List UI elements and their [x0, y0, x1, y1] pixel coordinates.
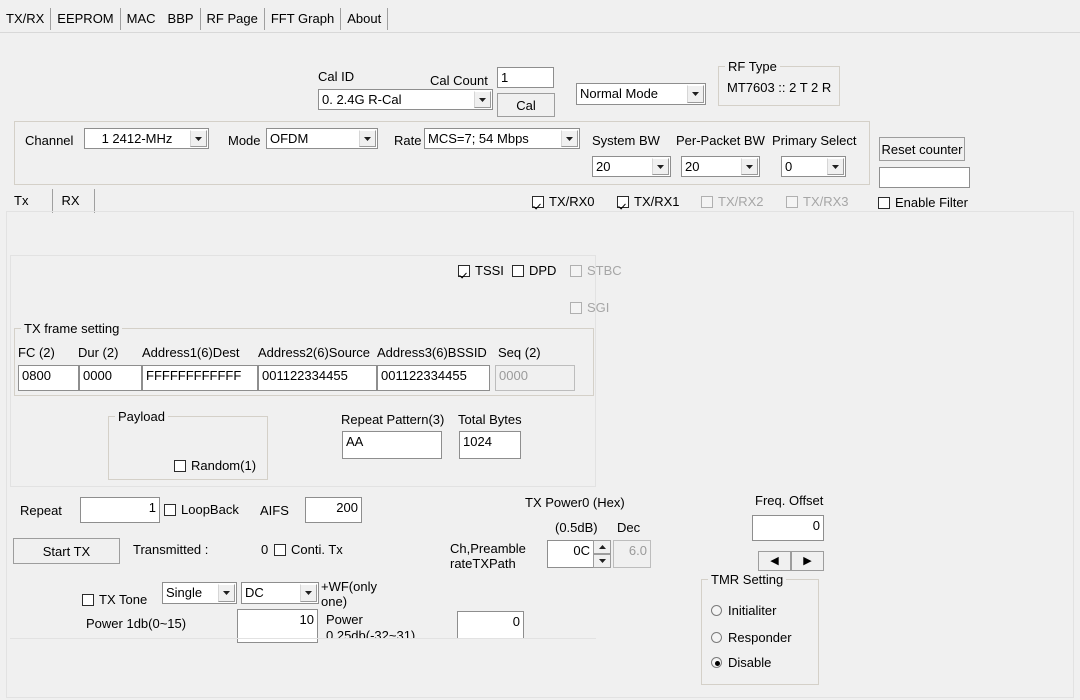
cal-button[interactable]: Cal — [497, 93, 555, 117]
checkbox-txrx1[interactable]: TX/RX1 — [617, 194, 680, 209]
tab-fft-graph[interactable]: FFT Graph — [265, 8, 341, 30]
tab-about[interactable]: About — [341, 8, 388, 30]
tab-txrx[interactable]: TX/RX — [0, 8, 51, 30]
radio-circle-icon[interactable] — [711, 657, 722, 668]
cal-id-label: Cal ID — [318, 69, 354, 84]
freq-offset-increment-button[interactable]: ▶ — [791, 551, 824, 571]
subtab-rx[interactable]: RX — [53, 189, 94, 213]
primary-select-label: Primary Select — [772, 133, 857, 148]
txrx-page: Cal ID 0. 2.4G R-Cal Cal Count 1 Cal Nor… — [0, 32, 1080, 700]
radio-circle-icon[interactable] — [711, 605, 722, 616]
tmr-setting-caption: TMR Setting — [708, 572, 786, 587]
tab-mac[interactable]: MAC — [121, 8, 162, 30]
cal-count-input[interactable]: 1 — [497, 67, 554, 88]
checkbox-txrx3-label: TX/RX3 — [803, 194, 849, 209]
tab-rf-page[interactable]: RF Page — [201, 8, 265, 30]
freq-offset-input[interactable]: 0 — [752, 515, 824, 541]
chevron-down-icon[interactable] — [561, 130, 578, 147]
channel-label: Channel — [25, 133, 73, 148]
mode-combo[interactable]: OFDM — [266, 128, 378, 149]
primary-select-combo[interactable]: 0 — [781, 156, 846, 177]
mode-value: OFDM — [270, 131, 308, 146]
tab-eeprom[interactable]: EEPROM — [51, 8, 120, 30]
cal-id-combo[interactable]: 0. 2.4G R-Cal — [318, 89, 493, 110]
operation-mode-combo[interactable]: Normal Mode — [576, 83, 706, 105]
mode-label: Mode — [228, 133, 261, 148]
chevron-down-icon[interactable] — [741, 158, 758, 175]
counter-display — [879, 167, 970, 188]
rate-label: Rate — [394, 133, 421, 148]
chevron-down-icon[interactable] — [359, 130, 376, 147]
per-packet-bw-combo[interactable]: 20 — [681, 156, 760, 177]
checkbox-txrx1-label: TX/RX1 — [634, 194, 680, 209]
channel-value: 1 2412-MHz — [102, 131, 173, 146]
cal-count-label: Cal Count — [430, 73, 488, 88]
cal-id-value: 0. 2.4G R-Cal — [322, 92, 401, 107]
rf-type-caption: RF Type — [725, 59, 780, 74]
chevron-down-icon[interactable] — [687, 85, 704, 103]
per-packet-bw-label: Per-Packet BW — [676, 133, 765, 148]
per-packet-bw-value: 20 — [685, 159, 699, 174]
tx-power-dec-display: 6.0 — [613, 540, 651, 568]
tx-power-dec-label: Dec — [617, 520, 640, 535]
primary-select-value: 0 — [785, 159, 792, 174]
freq-offset-label: Freq. Offset — [755, 493, 823, 508]
freq-offset-decrement-button[interactable]: ◀ — [758, 551, 791, 571]
system-bw-value: 20 — [596, 159, 610, 174]
rf-type-value: MT7603 :: 2 T 2 R — [727, 80, 831, 95]
chevron-down-icon[interactable] — [652, 158, 669, 175]
main-tab-strip: TX/RX EEPROM MAC BBP RF Page FFT Graph A… — [0, 0, 1080, 32]
channel-combo[interactable]: 1 2412-MHz — [84, 128, 209, 149]
checkbox-txrx0-label: TX/RX0 — [549, 194, 595, 209]
checkbox-txrx2-label: TX/RX2 — [718, 194, 764, 209]
chevron-down-icon[interactable] — [474, 91, 491, 108]
subtab-tx[interactable]: Tx — [6, 189, 53, 213]
radio-tmr-responder[interactable]: Responder — [711, 630, 792, 645]
system-bw-combo[interactable]: 20 — [592, 156, 671, 177]
checkbox-box-icon[interactable] — [617, 196, 629, 208]
tab-bbp[interactable]: BBP — [162, 8, 201, 30]
checkbox-box-icon[interactable] — [532, 196, 544, 208]
checkbox-box-icon — [701, 196, 713, 208]
checkbox-enable-filter[interactable]: Enable Filter — [878, 195, 968, 210]
radio-tmr-disable-label: Disable — [728, 655, 771, 670]
radio-tmr-initialiter-label: Initialiter — [728, 603, 776, 618]
radio-tmr-responder-label: Responder — [728, 630, 792, 645]
tx-frame-outer-frame — [10, 255, 596, 487]
radio-circle-icon[interactable] — [711, 632, 722, 643]
tx-rx-subtab-strip: Tx RX — [6, 189, 95, 213]
checkbox-box-icon — [786, 196, 798, 208]
tx-tone-section-rule — [10, 487, 596, 639]
operation-mode-value: Normal Mode — [580, 86, 658, 101]
radio-tmr-initialiter[interactable]: Initialiter — [711, 603, 776, 618]
rf-type-group: RF Type MT7603 :: 2 T 2 R — [718, 66, 840, 106]
checkbox-enable-filter-label: Enable Filter — [895, 195, 968, 210]
chevron-down-icon[interactable] — [827, 158, 844, 175]
rate-combo[interactable]: MCS=7; 54 Mbps — [424, 128, 580, 149]
system-bw-label: System BW — [592, 133, 660, 148]
rate-value: MCS=7; 54 Mbps — [428, 131, 529, 146]
checkbox-box-icon[interactable] — [878, 197, 890, 209]
application-window: TX/RX EEPROM MAC BBP RF Page FFT Graph A… — [0, 0, 1080, 700]
chevron-down-icon[interactable] — [190, 130, 207, 147]
reset-counter-button[interactable]: Reset counter — [879, 137, 965, 161]
checkbox-txrx2: TX/RX2 — [701, 194, 764, 209]
checkbox-txrx0[interactable]: TX/RX0 — [532, 194, 595, 209]
checkbox-txrx3: TX/RX3 — [786, 194, 849, 209]
radio-tmr-disable[interactable]: Disable — [711, 655, 771, 670]
